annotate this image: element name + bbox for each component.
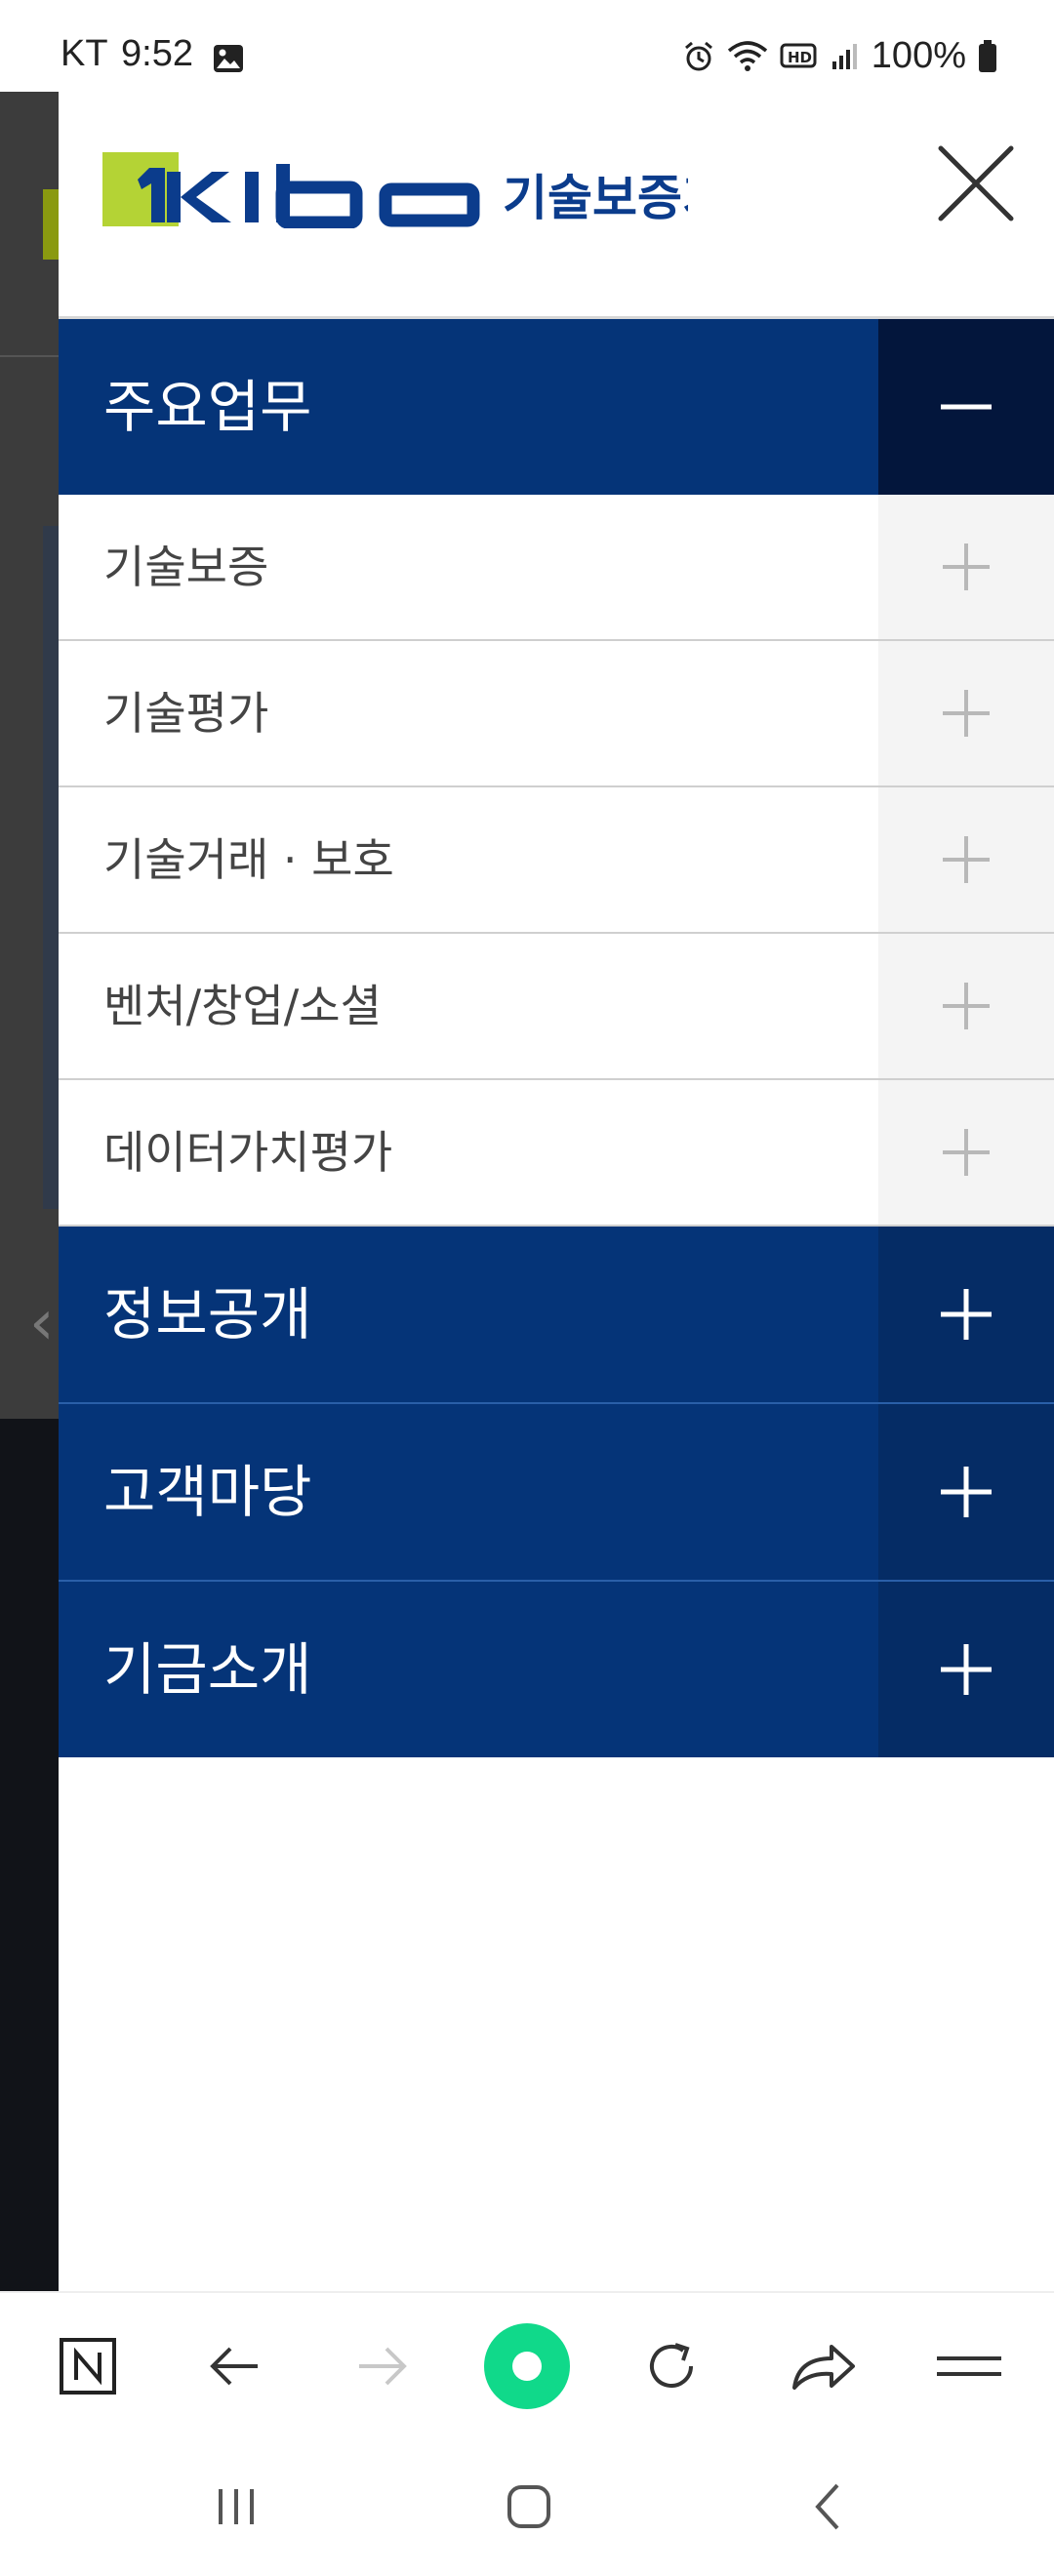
carrier-label: KT bbox=[61, 33, 108, 74]
sub-item-tech-trade-protection[interactable]: 기술거래 · 보호 bbox=[59, 787, 1054, 934]
svg-text:HD: HD bbox=[788, 49, 812, 66]
plus-icon bbox=[941, 1289, 992, 1340]
sub-item-expand-button[interactable] bbox=[878, 495, 1054, 639]
logo-name-text: 기술보증기금 bbox=[503, 170, 688, 226]
gallery-icon bbox=[213, 41, 244, 83]
sub-item-expand-button[interactable] bbox=[878, 1080, 1054, 1225]
recent-apps-icon bbox=[219, 2489, 254, 2524]
naver-home-icon bbox=[60, 2338, 116, 2395]
plus-icon bbox=[943, 836, 990, 883]
sub-item-label: 기술평가 bbox=[103, 687, 269, 740]
sub-item-expand-button[interactable] bbox=[878, 787, 1054, 932]
kibo-logo[interactable]: 기술보증기금 bbox=[102, 150, 688, 228]
naver-home-button[interactable] bbox=[29, 2293, 146, 2439]
back-nav-button[interactable] bbox=[761, 2437, 898, 2576]
sub-item-label: 벤처/창업/소셜 bbox=[103, 980, 382, 1032]
sub-item-label: 기술거래 · 보호 bbox=[103, 833, 394, 886]
status-bar: KT 9:52 HD 100% bbox=[0, 0, 1054, 92]
forward-arrow-icon bbox=[359, 2347, 407, 2386]
share-button[interactable] bbox=[759, 2293, 876, 2439]
close-button[interactable] bbox=[937, 144, 1015, 222]
section-label: 기금소개 bbox=[103, 1636, 312, 1703]
share-icon bbox=[792, 2345, 855, 2390]
back-button[interactable] bbox=[178, 2293, 295, 2439]
browser-toolbar bbox=[0, 2291, 1054, 2439]
plus-icon bbox=[943, 1129, 990, 1176]
section-collapse-button[interactable] bbox=[878, 319, 1054, 495]
sub-item-tech-evaluation[interactable]: 기술평가 bbox=[59, 641, 1054, 787]
section-expand-button[interactable] bbox=[878, 1404, 1054, 1580]
menu-icon bbox=[937, 2356, 1001, 2376]
plus-icon bbox=[943, 983, 990, 1029]
forward-button[interactable] bbox=[322, 2293, 439, 2439]
sub-item-data-valuation[interactable]: 데이터가치평가 bbox=[59, 1080, 1054, 1227]
battery-icon bbox=[978, 39, 997, 73]
refresh-button[interactable] bbox=[613, 2293, 730, 2439]
back-arrow-icon bbox=[210, 2347, 258, 2386]
section-label: 고객마당 bbox=[103, 1459, 312, 1525]
back-icon bbox=[815, 2483, 839, 2530]
section-expand-button[interactable] bbox=[878, 1227, 1054, 1402]
background-chevron-left-icon: ‹ bbox=[29, 1287, 55, 1359]
sub-item-label: 기술보증 bbox=[103, 541, 269, 593]
hd-voice-icon: HD bbox=[780, 41, 819, 72]
recent-apps-button[interactable] bbox=[168, 2437, 304, 2576]
clock: 9:52 bbox=[121, 33, 193, 74]
home-button[interactable] bbox=[461, 2437, 597, 2576]
home-icon bbox=[507, 2485, 550, 2528]
wifi-icon bbox=[727, 40, 768, 72]
section-label: 정보공개 bbox=[103, 1281, 312, 1348]
section-fund-introduction[interactable]: 기금소개 bbox=[59, 1582, 1054, 1757]
section-customer-plaza[interactable]: 고객마당 bbox=[59, 1404, 1054, 1580]
sub-item-expand-button[interactable] bbox=[878, 934, 1054, 1078]
navigation-drawer: 기술보증기금 주요업무 기술보증 기술평가 bbox=[59, 92, 1054, 2292]
sub-item-label: 데이터가치평가 bbox=[103, 1126, 393, 1179]
plus-icon bbox=[943, 543, 990, 590]
refresh-icon bbox=[650, 2343, 693, 2388]
signal-icon bbox=[831, 42, 860, 71]
sub-item-tech-guarantee[interactable]: 기술보증 bbox=[59, 495, 1054, 641]
alarm-icon bbox=[682, 40, 715, 73]
close-icon bbox=[938, 145, 1014, 221]
plus-icon bbox=[941, 1644, 992, 1695]
section-label: 주요업무 bbox=[103, 374, 312, 440]
plus-icon bbox=[941, 1467, 992, 1517]
section-main-business[interactable]: 주요업무 bbox=[59, 319, 1054, 495]
system-nav-bar bbox=[0, 2437, 1054, 2576]
sub-item-expand-button[interactable] bbox=[878, 641, 1054, 785]
drawer-header: 기술보증기금 bbox=[59, 92, 1054, 319]
section-expand-button[interactable] bbox=[878, 1582, 1054, 1757]
green-dot-icon bbox=[484, 2323, 570, 2409]
status-icons: HD 100% bbox=[682, 35, 997, 77]
battery-label: 100% bbox=[871, 35, 966, 76]
green-dot-button[interactable] bbox=[468, 2293, 586, 2439]
sub-item-venture-startup-social[interactable]: 벤처/창업/소셜 bbox=[59, 934, 1054, 1080]
minus-icon bbox=[941, 404, 992, 410]
plus-icon bbox=[943, 690, 990, 737]
section-info-disclosure[interactable]: 정보공개 bbox=[59, 1227, 1054, 1402]
menu-button[interactable] bbox=[906, 2293, 1023, 2439]
